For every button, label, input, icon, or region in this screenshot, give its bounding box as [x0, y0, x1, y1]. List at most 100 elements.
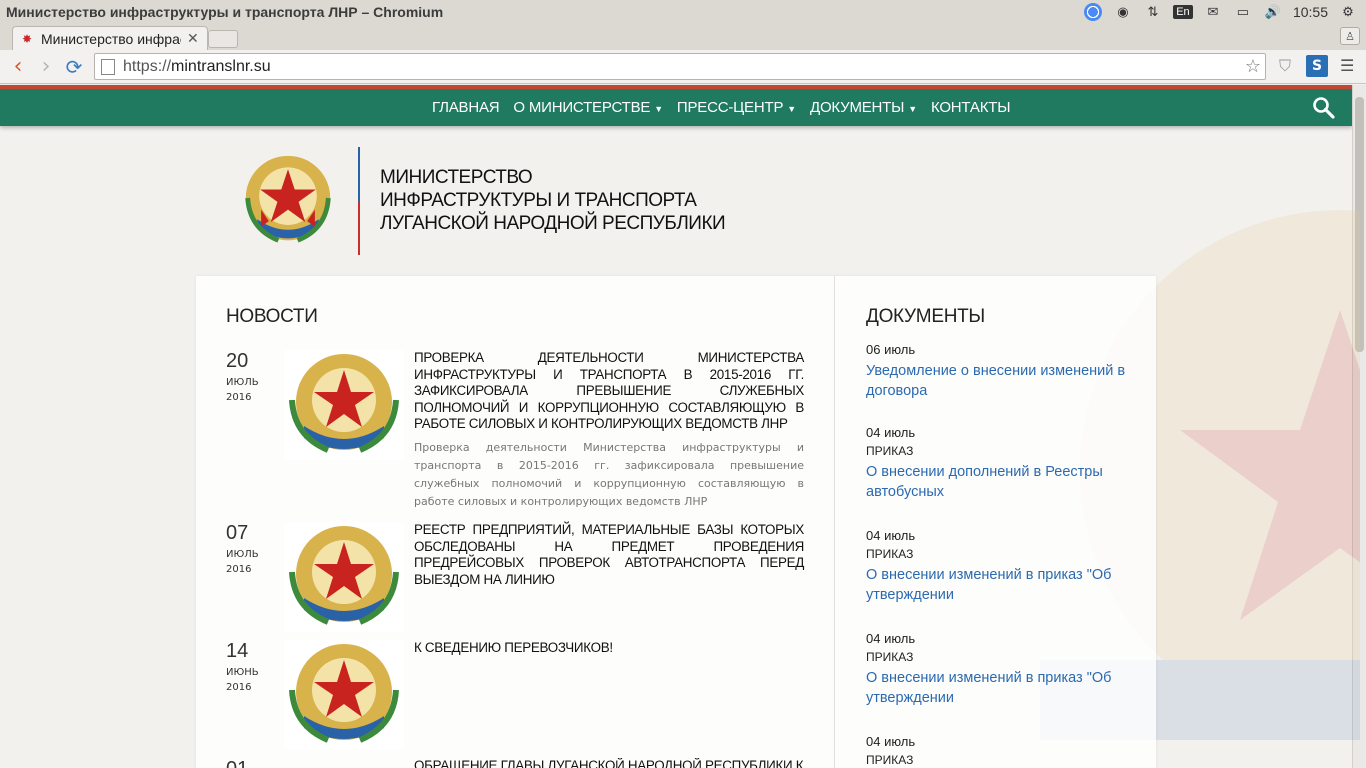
news-item: 14 ИЮНЬ 2016 К сведению перевозчиков! — [226, 640, 806, 750]
news-date: 14 ИЮНЬ 2016 — [226, 640, 276, 693]
forward-icon[interactable]: › — [32, 53, 60, 81]
document-type: ПРИКАЗ — [866, 650, 914, 664]
browser-tab[interactable]: ✸ Министерство инфраструктуры и транспор… — [12, 26, 208, 50]
clock[interactable]: 10:55 — [1293, 4, 1328, 20]
document-link[interactable]: О внесении изменений в приказ "Об утверж… — [866, 565, 1136, 605]
document-date: 06 июль — [866, 342, 916, 357]
news-date-month: ИЮЛЬ — [226, 549, 259, 560]
news-date-month: ИЮНЬ — [226, 667, 259, 678]
os-top-bar: Министерство инфраструктуры и транспорта… — [0, 0, 1366, 24]
system-tray: ◉ ⇅ En ✉ ▭ 🔊 10:55 ⚙ — [1083, 0, 1366, 24]
header-divider — [358, 147, 360, 255]
site-nav-bar: ГЛАВНАЯ О МИНИСТЕРСТВЕ ▼ ПРЕСС-ЦЕНТР ▼ ДОК… — [0, 85, 1352, 126]
news-date-year: 2016 — [226, 392, 252, 403]
keyboard-layout-indicator[interactable]: En — [1173, 3, 1193, 21]
news-date-day: 14 — [226, 640, 249, 662]
menu-icon[interactable]: ☰ — [1340, 56, 1358, 76]
news-body: Проверка деятельности Министерства инфра… — [414, 350, 804, 511]
nav-item-documents[interactable]: ДОКУМЕНТЫ ▼ — [810, 99, 917, 116]
document-date: 04 июль — [866, 631, 916, 646]
news-item: 01 Обращение Главы Луганской Народной Ре… — [226, 758, 806, 768]
sync-icon[interactable]: ◉ — [1113, 3, 1133, 21]
back-icon[interactable]: ‹ — [4, 53, 32, 81]
news-excerpt: Проверка деятельности Министерства инфра… — [414, 440, 804, 508]
nav-item-home[interactable]: ГЛАВНАЯ — [432, 99, 500, 116]
document-date: 04 июль — [866, 734, 916, 749]
ministry-title-line: Луганской Народной Республики — [380, 213, 726, 234]
chevron-down-icon: ▼ — [908, 104, 917, 114]
tab-strip: ✸ Министерство инфраструктуры и транспор… — [0, 24, 1366, 50]
s-extension-icon[interactable]: S — [1306, 55, 1328, 77]
document-item: 04 июль ПРИКАЗ О внесении изменений в пр… — [866, 528, 1136, 605]
document-item: 04 июль ПРИКАЗ О внесении дополнений в Р… — [866, 425, 1136, 502]
document-item: 06 июль Уведомление о внесении изменений… — [866, 342, 1136, 401]
settings-gear-icon[interactable]: ⚙ — [1338, 3, 1358, 21]
document-date: 04 июль — [866, 528, 916, 543]
browser-toolbar: ‹ › ⟳ https://mintranslnr.su ☆ ⛉ S ☰ — [0, 50, 1366, 84]
network-icon[interactable]: ⇅ — [1143, 3, 1163, 21]
mail-icon[interactable]: ✉ — [1203, 3, 1223, 21]
url-text[interactable]: https://mintranslnr.su — [123, 58, 271, 76]
ministry-title[interactable]: Министерство инфраструктуры и транспорта… — [380, 166, 726, 235]
nav-item-label: ГЛАВНАЯ — [432, 99, 500, 116]
news-date-year: 2016 — [226, 564, 252, 575]
content-card: НОВОСТИ ДОКУМЕНТЫ 20 ИЮЛЬ 2016 Проверка … — [196, 276, 1156, 768]
reload-icon[interactable]: ⟳ — [60, 53, 88, 81]
bookmark-star-icon[interactable]: ☆ — [1245, 56, 1261, 77]
news-headline-link[interactable]: Обращение Главы Луганской Народной Респу… — [414, 758, 804, 768]
tab-close-icon[interactable]: ✕ — [187, 31, 199, 47]
news-headline-link[interactable]: Реестр предприятий, материальные базы ко… — [414, 522, 804, 588]
document-link[interactable]: Уведомление о внесении изменений в догов… — [866, 361, 1136, 401]
news-date-day: 07 — [226, 522, 249, 544]
ministry-title-line: Министерство — [380, 167, 533, 188]
news-thumbnail[interactable] — [284, 522, 404, 632]
nav-item-label: О МИНИСТЕРСТВЕ — [513, 99, 651, 116]
window-title: Министерство инфраструктуры и транспорта… — [6, 4, 444, 20]
news-date-month: ИЮЛЬ — [226, 377, 259, 388]
search-icon[interactable] — [1312, 96, 1336, 120]
document-date: 04 июль — [866, 425, 916, 440]
news-date-day: 01 — [226, 758, 276, 768]
document-link[interactable]: О внесении изменений в приказ "Об утверж… — [866, 668, 1136, 708]
chromium-tray-icon[interactable] — [1083, 3, 1103, 21]
news-thumbnail[interactable] — [284, 640, 404, 750]
shield-extension-icon[interactable]: ⛉ — [1276, 56, 1294, 76]
chevron-down-icon: ▼ — [787, 104, 796, 114]
document-type: ПРИКАЗ — [866, 444, 914, 458]
news-body: Обращение Главы Луганской Народной Респу… — [414, 758, 804, 768]
news-item: 07 ИЮЛЬ 2016 Реестр предприятий, материа… — [226, 522, 806, 632]
nav-item-about[interactable]: О МИНИСТЕРСТВЕ ▼ — [513, 99, 663, 116]
news-headline-link[interactable]: Проверка деятельности Министерства инфра… — [414, 350, 804, 433]
tab-title: Министерство инфраструктуры и транспорта… — [41, 30, 181, 47]
news-thumbnail[interactable] — [284, 350, 404, 460]
nav-item-label: ДОКУМЕНТЫ — [809, 99, 905, 116]
site-favicon-icon: ✸ — [21, 31, 33, 46]
volume-icon[interactable]: 🔊 — [1263, 3, 1283, 21]
nav-item-press[interactable]: ПРЕСС-ЦЕНТР ▼ — [677, 99, 796, 116]
news-date-year: 2016 — [226, 682, 252, 693]
profile-icon[interactable]: ♙ — [1340, 27, 1360, 45]
new-tab-button[interactable] — [208, 30, 238, 48]
news-headline-link[interactable]: К сведению перевозчиков! — [414, 640, 804, 657]
documents-section-title: ДОКУМЕНТЫ — [866, 306, 985, 327]
document-type: ПРИКАЗ — [866, 547, 914, 561]
nav-item-contacts[interactable]: КОНТАКТЫ — [930, 99, 1011, 116]
url-host: mintranslnr.su — [171, 57, 271, 75]
news-body: Реестр предприятий, материальные базы ко… — [414, 522, 804, 588]
coat-of-arms-logo — [245, 155, 331, 243]
document-type: ПРИКАЗ — [866, 753, 914, 767]
news-item: 20 ИЮЛЬ 2016 Проверка деятельности Минис… — [226, 350, 806, 508]
news-body: К сведению перевозчиков! — [414, 640, 804, 657]
news-date: 20 ИЮЛЬ 2016 — [226, 350, 276, 403]
battery-icon[interactable]: ▭ — [1233, 3, 1253, 21]
document-item: 04 июль ПРИКАЗ — [866, 734, 1136, 767]
document-link[interactable]: О внесении дополнений в Реестры автобусн… — [866, 462, 1136, 502]
document-item: 04 июль ПРИКАЗ О внесении изменений в пр… — [866, 631, 1136, 708]
nav-item-label: ПРЕСС-ЦЕНТР — [676, 99, 784, 116]
url-scheme: https:// — [123, 57, 172, 75]
address-bar[interactable]: https://mintranslnr.su ☆ — [94, 53, 1266, 80]
column-divider — [834, 276, 835, 768]
keyboard-layout-label: En — [1173, 5, 1193, 19]
news-section-title: НОВОСТИ — [226, 306, 318, 327]
nav-item-label: КОНТАКТЫ — [930, 99, 1011, 116]
